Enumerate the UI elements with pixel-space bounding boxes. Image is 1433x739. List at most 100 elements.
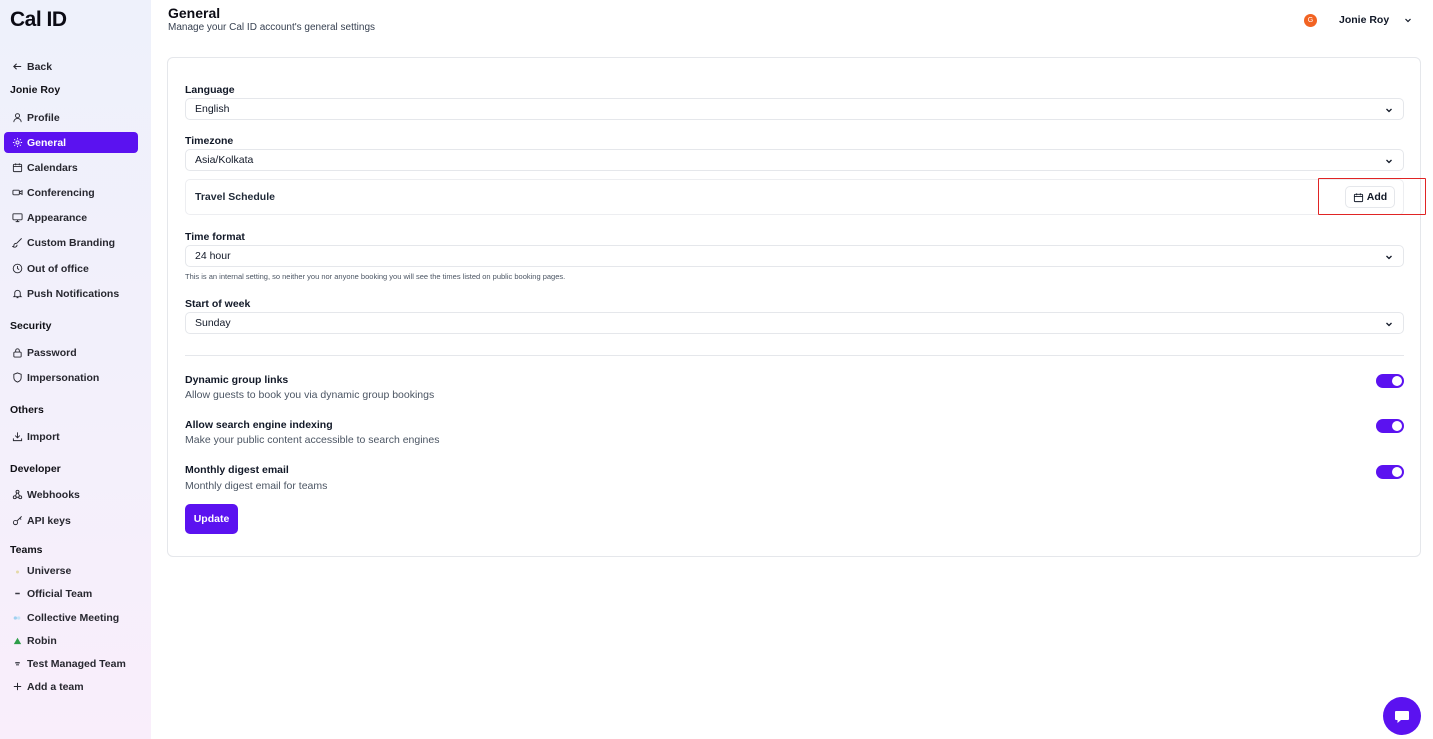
- sidebar-item-api-keys[interactable]: API keys: [4, 510, 138, 531]
- cal-id-logo[interactable]: Cal ID: [10, 8, 67, 32]
- dynamic-group-links-toggle[interactable]: [1376, 374, 1404, 388]
- sidebar-team-robin[interactable]: Robin: [4, 630, 138, 651]
- team-logo-icon: [10, 587, 24, 601]
- sidebar: Cal ID Back Jonie Roy Profile General Ca…: [0, 0, 151, 739]
- others-section-heading: Others: [10, 404, 44, 416]
- lock-icon: [10, 346, 24, 360]
- sidebar-item-webhooks[interactable]: Webhooks: [4, 484, 138, 505]
- monthly-digest-email-title: Monthly digest email: [185, 464, 289, 476]
- start-of-week-value: Sunday: [195, 317, 231, 329]
- chevron-down-icon: [1384, 252, 1394, 262]
- sidebar-item-import[interactable]: Import: [4, 426, 138, 447]
- add-travel-schedule-button[interactable]: Add: [1345, 186, 1395, 208]
- monitor-icon: [10, 211, 24, 225]
- sidebar-item-label: Appearance: [27, 211, 88, 224]
- chat-support-button[interactable]: [1383, 697, 1421, 735]
- start-of-week-label: Start of week: [185, 298, 251, 310]
- start-of-week-select[interactable]: Sunday: [185, 312, 1404, 334]
- sidebar-item-password[interactable]: Password: [4, 342, 138, 363]
- calendar-icon: [1353, 192, 1363, 202]
- time-format-hint: This is an internal setting, so neither …: [185, 272, 566, 281]
- timezone-select[interactable]: Asia/Kolkata: [185, 149, 1404, 171]
- plus-icon: [10, 680, 24, 694]
- team-logo-icon: [10, 657, 24, 671]
- security-section-heading: Security: [10, 320, 52, 332]
- sidebar-item-general[interactable]: General: [4, 132, 138, 153]
- search-engine-indexing-title: Allow search engine indexing: [185, 419, 333, 431]
- sidebar-item-label: Calendars: [27, 161, 78, 174]
- time-format-value: 24 hour: [195, 250, 231, 262]
- sidebar-item-label: Conferencing: [27, 186, 95, 199]
- sidebar-item-custom-branding[interactable]: Custom Branding: [4, 232, 138, 253]
- language-select[interactable]: English: [185, 98, 1404, 120]
- sidebar-item-label: Custom Branding: [27, 236, 116, 249]
- chevron-down-icon: [1403, 15, 1413, 25]
- sidebar-team-official-team[interactable]: Official Team: [4, 583, 138, 604]
- sidebar-item-appearance[interactable]: Appearance: [4, 207, 138, 228]
- section-divider: [185, 355, 1404, 356]
- team-logo-icon: [10, 611, 24, 625]
- sidebar-item-label: Webhooks: [27, 488, 80, 501]
- add-team-button[interactable]: Add a team: [4, 676, 138, 697]
- sidebar-team-universe[interactable]: Universe: [4, 560, 138, 581]
- sidebar-item-impersonation[interactable]: Impersonation: [4, 367, 138, 388]
- monthly-digest-email-description: Monthly digest email for teams: [185, 480, 328, 492]
- sidebar-item-label: General: [27, 136, 67, 149]
- gear-icon: [10, 136, 24, 150]
- page-title: General: [168, 5, 221, 21]
- team-logo-icon: [10, 564, 24, 578]
- sidebar-team-collective-meeting[interactable]: Collective Meeting: [4, 607, 138, 628]
- user-icon: [10, 111, 24, 125]
- sidebar-item-label: Password: [27, 346, 77, 359]
- chevron-down-icon: [1384, 156, 1394, 166]
- sidebar-item-profile[interactable]: Profile: [4, 107, 138, 128]
- user-menu[interactable]: G Jonie Roy: [1304, 12, 1413, 28]
- sidebar-item-out-of-office[interactable]: Out of office: [4, 258, 138, 279]
- sidebar-item-label: Out of office: [27, 262, 89, 275]
- teams-section-heading: Teams: [10, 544, 43, 556]
- monthly-digest-email-toggle[interactable]: [1376, 465, 1404, 479]
- sidebar-item-label: Push Notifications: [27, 287, 120, 300]
- shield-icon: [10, 371, 24, 385]
- calendar-icon: [10, 161, 24, 175]
- download-icon: [10, 430, 24, 444]
- chevron-down-icon: [1384, 319, 1394, 329]
- sidebar-item-calendars[interactable]: Calendars: [4, 157, 138, 178]
- arrow-left-icon: [10, 60, 24, 74]
- time-format-label: Time format: [185, 231, 245, 243]
- chat-icon: [1395, 711, 1409, 723]
- sidebar-item-label: Import: [27, 430, 60, 443]
- team-logo-icon: [10, 634, 24, 648]
- sidebar-team-test-managed-team[interactable]: Test Managed Team: [4, 653, 138, 674]
- page-subtitle: Manage your Cal ID account's general set…: [168, 22, 376, 33]
- search-engine-indexing-toggle[interactable]: [1376, 419, 1404, 433]
- add-team-label: Add a team: [27, 680, 84, 693]
- sidebar-item-conferencing[interactable]: Conferencing: [4, 182, 138, 203]
- sidebar-item-push-notifications[interactable]: Push Notifications: [4, 283, 138, 304]
- avatar: G: [1304, 13, 1317, 27]
- language-label: Language: [185, 84, 235, 96]
- sidebar-item-label: API keys: [27, 514, 71, 527]
- travel-schedule-label: Travel Schedule: [195, 191, 275, 203]
- sidebar-item-label: Universe: [27, 564, 72, 577]
- clock-icon: [10, 262, 24, 276]
- brush-icon: [10, 236, 24, 250]
- sidebar-item-label: Collective Meeting: [27, 611, 120, 624]
- time-format-select[interactable]: 24 hour: [185, 245, 1404, 267]
- general-settings-card: Language English Timezone Asia/Kolkata T…: [167, 57, 1421, 557]
- bell-icon: [10, 287, 24, 301]
- back-label: Back: [27, 60, 53, 73]
- travel-schedule-row: Travel Schedule Add: [185, 179, 1404, 215]
- sidebar-item-label: Profile: [27, 111, 60, 124]
- timezone-value: Asia/Kolkata: [195, 154, 254, 166]
- user-section-heading: Jonie Roy: [10, 84, 61, 96]
- language-value: English: [195, 103, 230, 115]
- sidebar-item-label: Impersonation: [27, 371, 100, 384]
- update-button[interactable]: Update: [185, 504, 238, 534]
- developer-section-heading: Developer: [10, 463, 61, 475]
- webhook-icon: [10, 488, 24, 502]
- back-link[interactable]: Back: [4, 56, 138, 77]
- sidebar-item-label: Official Team: [27, 587, 93, 600]
- sidebar-item-label: Robin: [27, 634, 57, 647]
- timezone-label: Timezone: [185, 135, 234, 147]
